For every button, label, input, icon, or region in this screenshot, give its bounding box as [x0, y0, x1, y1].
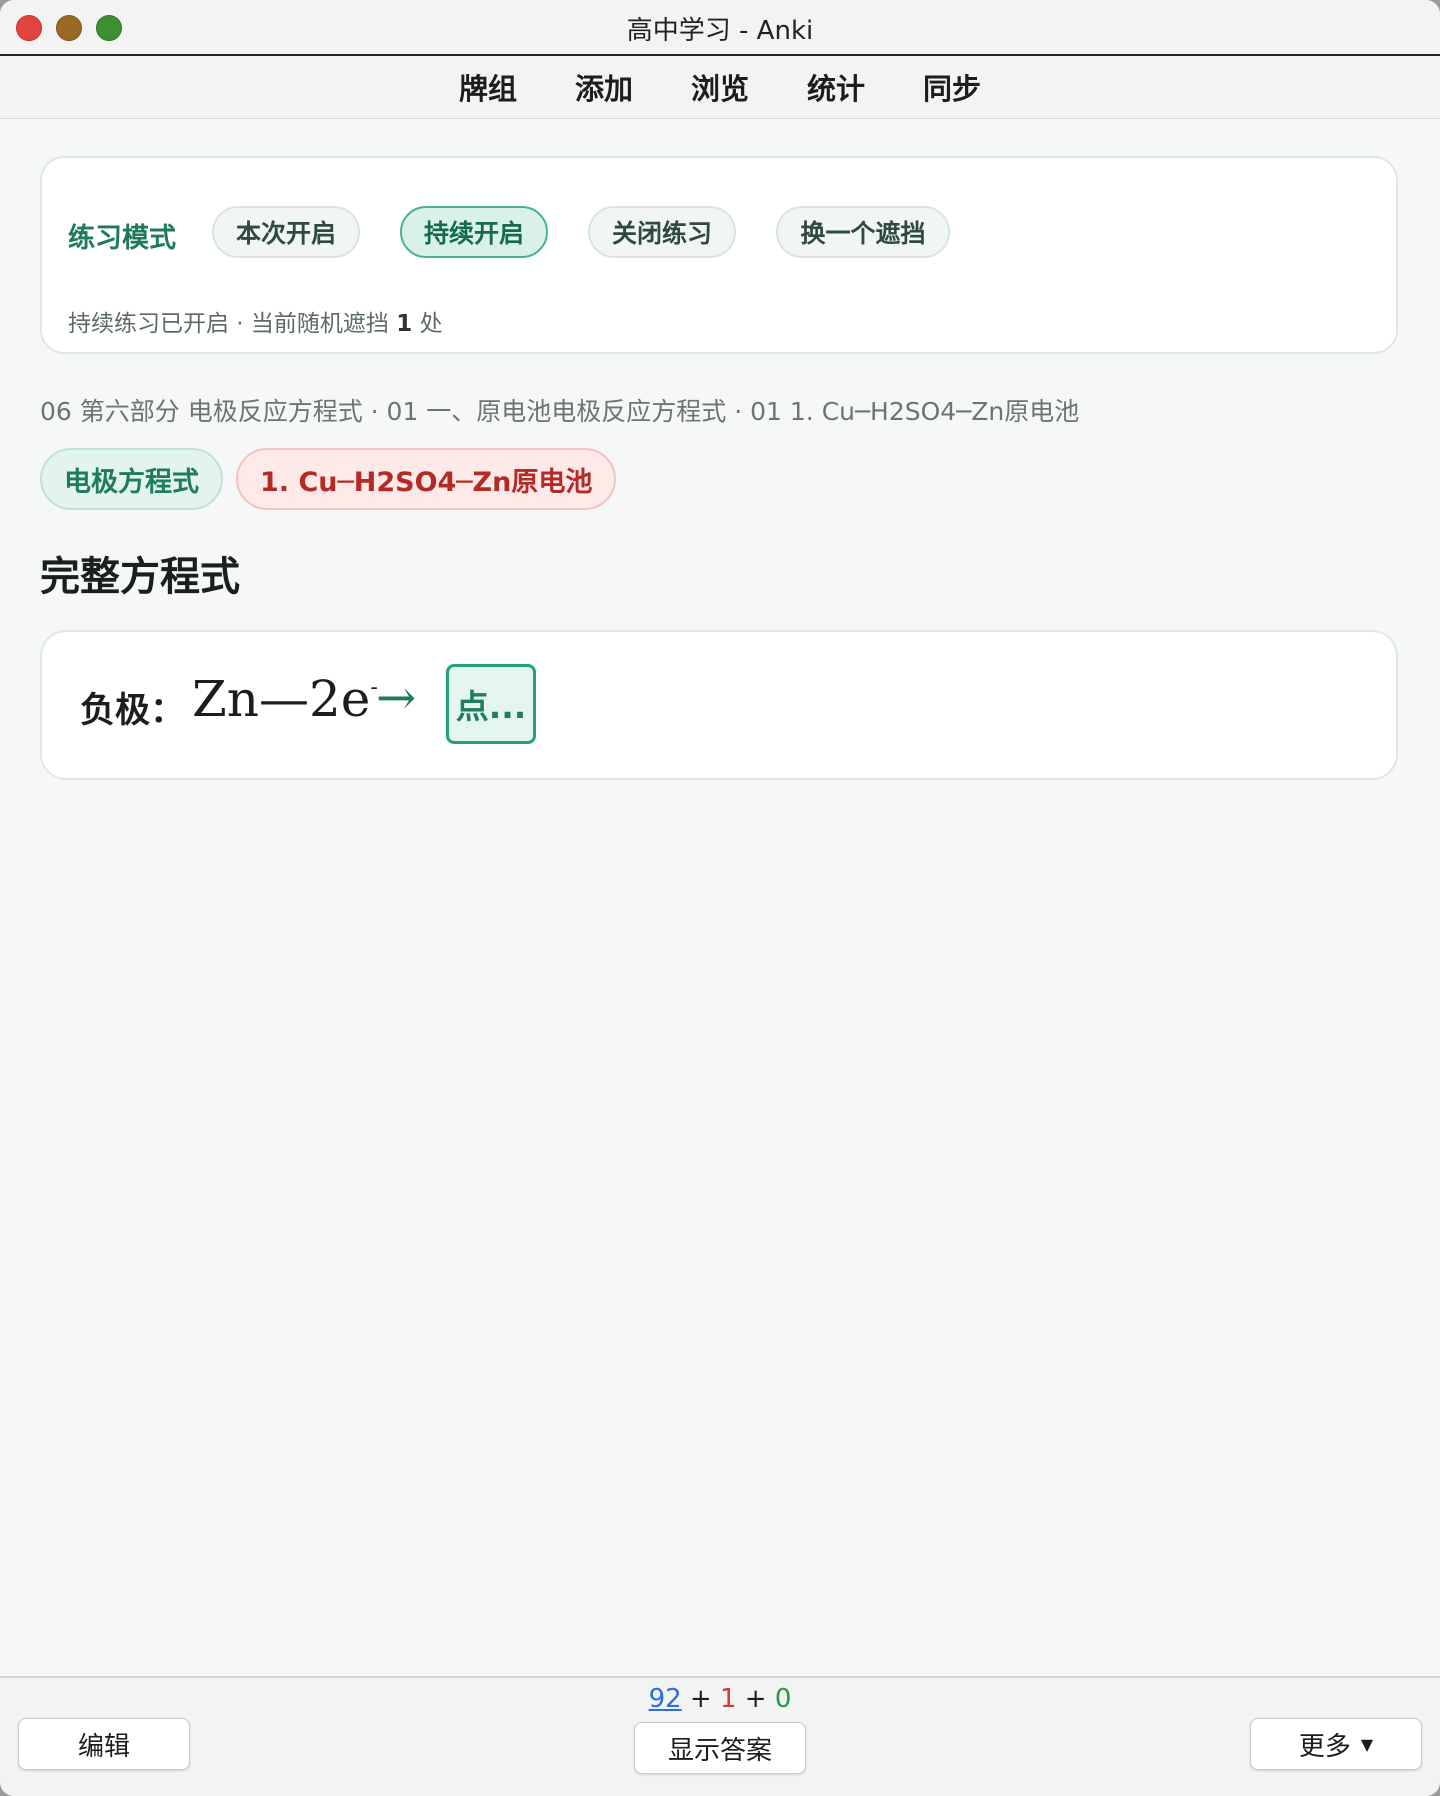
main-toolbar: 牌组 添加 浏览 统计 同步: [0, 56, 1440, 119]
practice-continuous-button[interactable]: 持续开启: [400, 206, 548, 258]
tag-galvanic-cell[interactable]: 1. Cu─H2SO4─Zn原电池: [236, 448, 617, 510]
practice-status-unit: 处: [412, 311, 443, 337]
practice-status-text: 持续练习已开启 · 当前随机遮挡: [68, 311, 397, 337]
count-separator: +: [736, 1684, 775, 1714]
practice-this-session-button[interactable]: 本次开启: [212, 206, 360, 258]
chevron-down-icon: ▼: [1360, 1734, 1374, 1754]
practice-mode-panel: 练习模式 本次开启 持续开启 关闭练习 换一个遮挡 持续练习已开启 · 当前随机…: [40, 156, 1398, 354]
tag-electrode-equation[interactable]: 电极方程式: [40, 448, 223, 510]
more-button-label: 更多: [1298, 1731, 1351, 1762]
show-answer-label: 显示答案: [667, 1735, 772, 1766]
window-title: 高中学习 - Anki: [626, 16, 814, 46]
bottom-bar: 92 + 1 + 0 编辑 显示答案 更多 ▼: [0, 1676, 1440, 1796]
equation-label: 负极：: [80, 691, 186, 731]
toolbar-decks[interactable]: 牌组: [459, 66, 517, 108]
edit-button-label: 编辑: [77, 1731, 130, 1762]
practice-off-button[interactable]: 关闭练习: [588, 206, 736, 258]
practice-status: 持续练习已开启 · 当前随机遮挡 1 处: [68, 304, 443, 338]
new-count[interactable]: 92: [649, 1684, 682, 1714]
review-count: 0: [774, 1684, 792, 1714]
practice-status-count: 1: [396, 311, 413, 337]
practice-mode-label: 练习模式: [68, 223, 176, 254]
more-button[interactable]: 更多 ▼: [1250, 1718, 1422, 1770]
learning-count: 1: [720, 1684, 737, 1714]
equation-card: 负极： Zn—2e- → 点...: [40, 630, 1398, 780]
edit-button[interactable]: 编辑: [18, 1718, 190, 1770]
due-counts: 92 + 1 + 0: [0, 1684, 1440, 1714]
formula-main: Zn—2e: [192, 670, 371, 728]
card-breadcrumb: 06 第六部分 电极反应方程式 · 01 一、原电池电极反应方程式 · 01 1…: [40, 397, 1080, 426]
anki-window: 高中学习 - Anki 牌组 添加 浏览 统计 同步 练习模式 本次开启 持续开…: [0, 0, 1440, 1796]
reaction-arrow-icon: →: [376, 670, 417, 726]
toolbar-stats[interactable]: 统计: [807, 66, 865, 108]
count-separator: +: [681, 1684, 720, 1714]
toolbar-browse[interactable]: 浏览: [691, 66, 749, 108]
cloze-reveal-button[interactable]: 点...: [446, 664, 536, 744]
section-title: 完整方程式: [40, 554, 240, 600]
toolbar-add[interactable]: 添加: [575, 66, 633, 108]
show-answer-button[interactable]: 显示答案: [634, 1722, 806, 1774]
equation-formula: Zn—2e-: [192, 670, 378, 728]
change-mask-button[interactable]: 换一个遮挡: [776, 206, 950, 258]
title-bar: 高中学习 - Anki: [0, 0, 1440, 56]
toolbar-sync[interactable]: 同步: [923, 66, 981, 108]
